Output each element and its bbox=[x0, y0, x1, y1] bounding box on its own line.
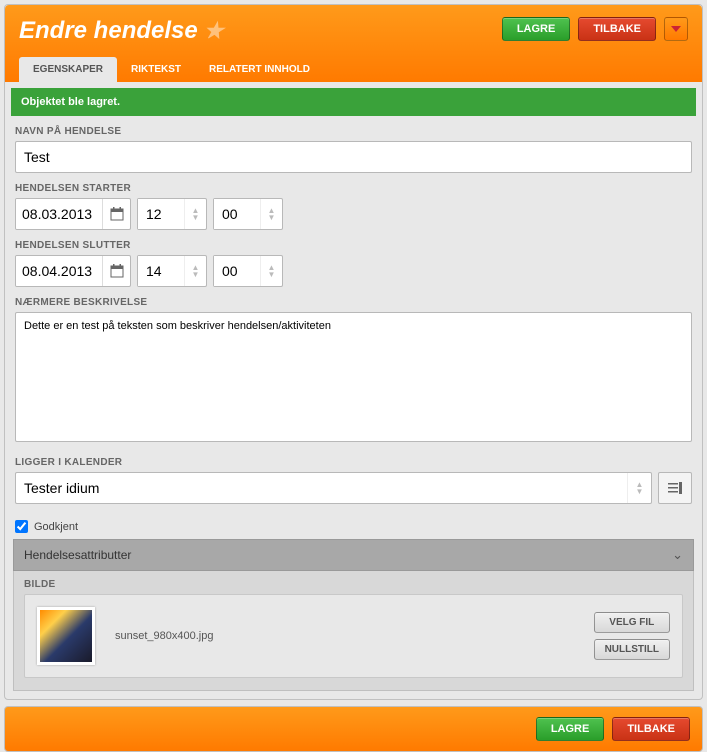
desc-label: NÆRMERE BESKRIVELSE bbox=[15, 297, 692, 308]
select-arrows-icon: ▲▼ bbox=[627, 473, 651, 503]
end-date-field[interactable] bbox=[15, 255, 131, 287]
attributes-accordion-header[interactable]: Hendelsesattributter ⌄ bbox=[13, 539, 694, 571]
calendar-value: Tester idium bbox=[16, 473, 627, 503]
spinner-arrows[interactable]: ▲▼ bbox=[184, 199, 206, 229]
save-button[interactable]: LAGRE bbox=[502, 17, 571, 41]
footer-back-button[interactable]: TILBAKE bbox=[612, 717, 690, 741]
title-text: Endre hendelse bbox=[19, 17, 198, 45]
chevron-down-icon: ⌄ bbox=[672, 547, 683, 563]
header: Endre hendelse ★ LAGRE TILBAKE EGENSKAPE… bbox=[5, 5, 702, 82]
image-row: sunset_980x400.jpg VELG FIL NULLSTILL bbox=[24, 594, 683, 678]
end-min-input[interactable] bbox=[214, 256, 260, 286]
end-hour-input[interactable] bbox=[138, 256, 184, 286]
accordion-title: Hendelsesattributter bbox=[24, 548, 131, 562]
back-button[interactable]: TILBAKE bbox=[578, 17, 656, 41]
calendar-icon[interactable] bbox=[102, 199, 130, 229]
end-min-field[interactable]: ▲▼ bbox=[213, 255, 283, 287]
approved-checkbox-row[interactable]: Godkjent bbox=[5, 514, 702, 539]
attributes-accordion-body: BILDE sunset_980x400.jpg VELG FIL NULLST… bbox=[13, 571, 694, 691]
start-date-field[interactable] bbox=[15, 198, 131, 230]
star-icon[interactable]: ★ bbox=[204, 18, 224, 44]
calendar-label: LIGGER I KALENDER bbox=[15, 457, 692, 468]
desc-textarea[interactable] bbox=[15, 312, 692, 442]
start-label: HENDELSEN STARTER bbox=[15, 183, 692, 194]
choose-file-button[interactable]: VELG FIL bbox=[594, 612, 670, 633]
start-min-input[interactable] bbox=[214, 199, 260, 229]
dropdown-toggle[interactable] bbox=[664, 17, 688, 41]
spinner-arrows[interactable]: ▲▼ bbox=[184, 256, 206, 286]
footer: LAGRE TILBAKE bbox=[4, 706, 703, 752]
spinner-arrows[interactable]: ▲▼ bbox=[260, 256, 282, 286]
image-filename: sunset_980x400.jpg bbox=[115, 630, 574, 642]
name-label: NAVN PÅ HENDELSE bbox=[15, 126, 692, 137]
tabs: EGENSKAPER RIKTEKST RELATERT INNHOLD bbox=[19, 57, 688, 82]
end-hour-field[interactable]: ▲▼ bbox=[137, 255, 207, 287]
footer-save-button[interactable]: LAGRE bbox=[536, 717, 605, 741]
approved-checkbox[interactable] bbox=[15, 520, 28, 533]
image-label: BILDE bbox=[24, 579, 683, 590]
tab-relatert[interactable]: RELATERT INNHOLD bbox=[195, 57, 324, 82]
success-banner: Objektet ble lagret. bbox=[11, 88, 696, 116]
reset-file-button[interactable]: NULLSTILL bbox=[594, 639, 670, 660]
start-min-field[interactable]: ▲▼ bbox=[213, 198, 283, 230]
calendar-icon[interactable] bbox=[102, 256, 130, 286]
end-label: HENDELSEN SLUTTER bbox=[15, 240, 692, 251]
page-title: Endre hendelse ★ bbox=[19, 17, 223, 45]
spinner-arrows[interactable]: ▲▼ bbox=[260, 199, 282, 229]
start-date-input[interactable] bbox=[16, 199, 102, 229]
tab-riktekst[interactable]: RIKTEKST bbox=[117, 57, 195, 82]
image-thumbnail[interactable] bbox=[37, 607, 95, 665]
calendar-edit-button[interactable] bbox=[658, 472, 692, 504]
calendar-select[interactable]: Tester idium ▲▼ bbox=[15, 472, 652, 504]
start-hour-field[interactable]: ▲▼ bbox=[137, 198, 207, 230]
start-hour-input[interactable] bbox=[138, 199, 184, 229]
end-date-input[interactable] bbox=[16, 256, 102, 286]
name-input[interactable] bbox=[15, 141, 692, 173]
approved-label: Godkjent bbox=[34, 521, 78, 533]
tab-egenskaper[interactable]: EGENSKAPER bbox=[19, 57, 117, 82]
